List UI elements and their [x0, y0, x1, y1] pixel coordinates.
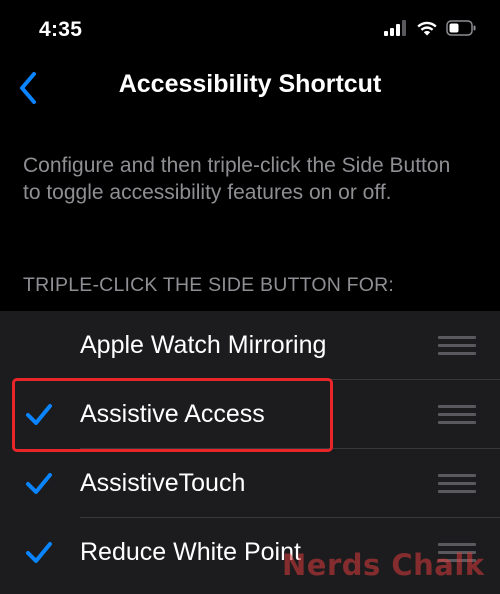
checkmark-icon — [26, 542, 52, 563]
feature-row-assistivetouch[interactable]: AssistiveTouch — [0, 449, 500, 518]
feature-label: AssistiveTouch — [80, 469, 246, 497]
feature-label: Reduce White Point — [80, 538, 301, 566]
status-bar: 4:35 — [0, 0, 500, 62]
feature-row-reduce-white-point[interactable]: Reduce White Point — [0, 518, 500, 587]
cellular-signal-icon — [384, 20, 406, 36]
description-text: Configure and then triple-click the Side… — [23, 154, 451, 204]
feature-row-assistive-access[interactable]: Assistive Access — [0, 380, 500, 449]
section-header: TRIPLE-CLICK THE SIDE BUTTON FOR: — [23, 274, 395, 296]
navigation-bar: Accessibility Shortcut — [0, 62, 500, 114]
feature-label: Assistive Access — [80, 400, 265, 428]
checkmark-icon — [26, 404, 52, 425]
battery-icon — [446, 20, 476, 36]
reorder-handle-icon[interactable] — [438, 336, 476, 356]
feature-list: Apple Watch Mirroring Assistive Access A… — [0, 311, 500, 594]
reorder-handle-icon[interactable] — [438, 474, 476, 494]
feature-row-apple-watch-mirroring[interactable]: Apple Watch Mirroring — [0, 311, 500, 380]
reorder-handle-icon[interactable] — [438, 543, 476, 563]
feature-label: Apple Watch Mirroring — [80, 331, 327, 359]
status-time: 4:35 — [39, 18, 83, 41]
checkmark-icon — [26, 473, 52, 494]
wifi-icon — [417, 21, 437, 36]
status-icons — [384, 20, 476, 36]
page-title: Accessibility Shortcut — [118, 70, 382, 98]
reorder-handle-icon[interactable] — [438, 405, 476, 425]
